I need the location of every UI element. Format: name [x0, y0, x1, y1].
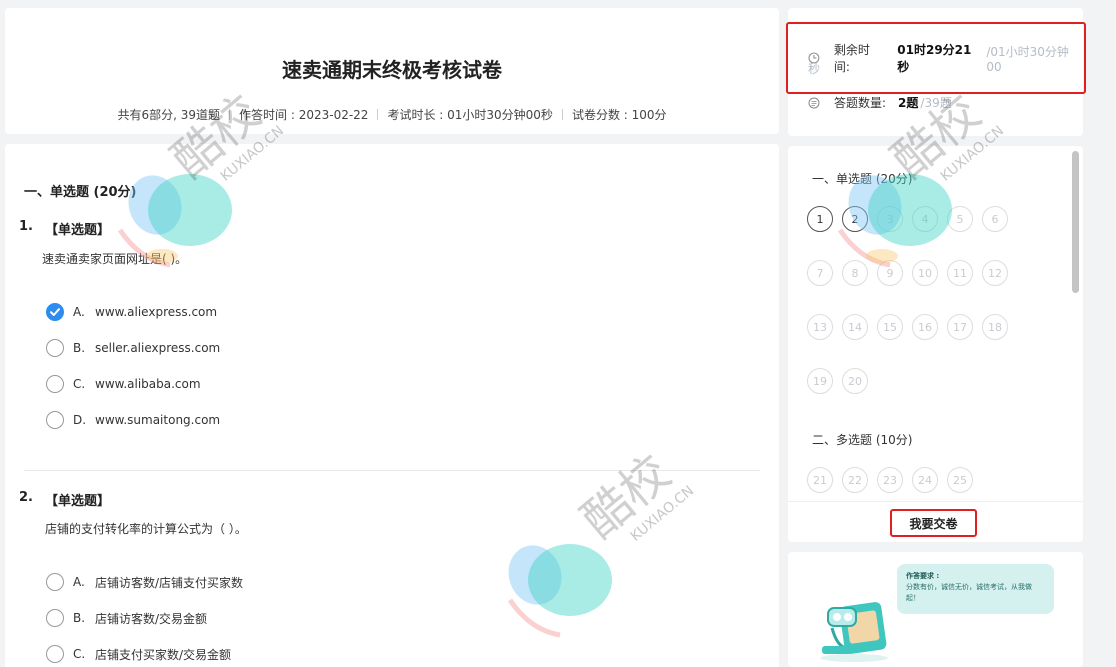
- question-stem: 店铺的支付转化率的计算公式为（ ）。: [45, 522, 247, 536]
- meta-divider: [561, 109, 563, 120]
- answer-sheet-number[interactable]: 9: [877, 260, 903, 286]
- notice-title: 作答要求 :: [906, 572, 940, 580]
- option-letter: A.: [73, 305, 85, 319]
- radio-icon[interactable]: [46, 375, 64, 393]
- question-panel: 一、单选题 (20分) 1. 【单选题】 速卖通卖家页面网址是( )。 A. w…: [5, 144, 779, 667]
- option-letter: B.: [73, 611, 86, 625]
- answered-count: 答题数量: 2题 /39题: [808, 94, 952, 111]
- list-icon: [808, 97, 820, 108]
- meta-start-time: 作答时间 : 2023-02-22: [239, 108, 369, 122]
- answer-sheet-number[interactable]: 11: [947, 260, 973, 286]
- question-stem: 速卖通卖家页面网址是( )。: [42, 252, 188, 266]
- sheet-section-title: 一、单选题 (20分): [812, 172, 913, 186]
- notice-bubble: 作答要求 : 分数有价，诚信无价，诚信考试，从我做起！: [897, 564, 1054, 614]
- question-type: 【单选题】: [45, 223, 111, 238]
- sheet-section-title: 二、多选题 (10分): [812, 433, 913, 447]
- answer-sheet-number[interactable]: 8: [842, 260, 868, 286]
- option-text: 店铺访客数/交易金额: [95, 611, 208, 626]
- radio-icon[interactable]: [46, 573, 64, 591]
- question-divider: [24, 470, 760, 471]
- answer-sheet-number[interactable]: 6: [982, 206, 1008, 232]
- option-letter: D.: [73, 413, 87, 427]
- answer-sheet-number[interactable]: 16: [912, 314, 938, 340]
- meta-score: 试卷分数 : 100分: [571, 108, 667, 122]
- exam-meta: 共有6部分, 39道题 作答时间 : 2023-02-22 考试时长 : 01小时3…: [5, 106, 779, 123]
- meta-divider: [377, 109, 379, 120]
- option-text: 店铺访客数/店铺支付买家数: [95, 575, 244, 590]
- option-text: www.sumaitong.com: [95, 413, 221, 427]
- remaining-value: 01时29分21秒: [897, 43, 972, 74]
- option-text: 店铺支付买家数/交易金额: [95, 647, 232, 662]
- answer-sheet-number[interactable]: 17: [947, 314, 973, 340]
- option-b[interactable]: B. seller.aliexpress.com: [46, 338, 220, 358]
- answer-sheet: 一、单选题 (20分) 二、多选题 (10分) 1 2 3 4 5 6 7 8 9 10 11 12 1…: [788, 146, 1083, 542]
- radio-icon[interactable]: [46, 339, 64, 357]
- option-text: www.alibaba.com: [95, 377, 201, 391]
- option-letter: C.: [73, 377, 86, 391]
- total-time-wrap: 秒: [808, 62, 821, 76]
- answer-sheet-number[interactable]: 23: [877, 467, 903, 493]
- exam-header: 速卖通期末终极考核试卷 共有6部分, 39道题 作答时间 : 2023-02-22…: [5, 8, 779, 134]
- submit-exam-button[interactable]: 我要交卷: [890, 509, 977, 537]
- answer-sheet-number[interactable]: 19: [807, 368, 833, 394]
- answer-sheet-number[interactable]: 5: [947, 206, 973, 232]
- answered-total: /39题: [920, 96, 952, 110]
- option-d[interactable]: D. www.sumaitong.com: [46, 410, 220, 430]
- answer-sheet-number[interactable]: 3: [877, 206, 903, 232]
- radio-checked-icon[interactable]: [46, 303, 64, 321]
- remaining-time: 剩余时间: 01时29分21秒 /01小时30分钟00: [808, 41, 1083, 75]
- timer-panel: 剩余时间: 01时29分21秒 /01小时30分钟00 秒 答题数量: 2题 /…: [786, 8, 1086, 136]
- option-letter: C.: [73, 647, 86, 661]
- section-title-single-choice: 一、单选题 (20分): [24, 185, 137, 200]
- answered-label: 答题数量:: [834, 96, 887, 110]
- meta-divider: [229, 109, 231, 120]
- option-c[interactable]: C. 店铺支付买家数/交易金额: [46, 644, 231, 664]
- option-a[interactable]: A. 店铺访客数/店铺支付买家数: [46, 572, 243, 592]
- notice-body: 分数有价，诚信无价，诚信考试，从我做起！: [906, 583, 1032, 602]
- answer-sheet-number[interactable]: 12: [982, 260, 1008, 286]
- total-time: /01小时30分钟00: [986, 44, 1069, 74]
- option-text: seller.aliexpress.com: [95, 341, 221, 355]
- answer-sheet-number[interactable]: 21: [807, 467, 833, 493]
- question-type: 【单选题】: [45, 494, 111, 509]
- option-b[interactable]: B. 店铺访客数/交易金额: [46, 608, 207, 628]
- answer-sheet-number[interactable]: 22: [842, 467, 868, 493]
- mascot-illustration: [820, 602, 888, 662]
- answer-sheet-number[interactable]: 7: [807, 260, 833, 286]
- answer-sheet-number[interactable]: 10: [912, 260, 938, 286]
- meta-parts: 共有6部分, 39道题: [117, 108, 221, 122]
- option-a[interactable]: A. www.aliexpress.com: [46, 302, 217, 322]
- radio-icon[interactable]: [46, 609, 64, 627]
- scrollbar[interactable]: [1072, 151, 1079, 293]
- radio-icon[interactable]: [46, 645, 64, 663]
- answered-value: 2题: [898, 96, 919, 110]
- notice-panel: 作答要求 : 分数有价，诚信无价，诚信考试，从我做起！: [788, 552, 1083, 667]
- question-number: 1.: [19, 219, 33, 234]
- answer-sheet-number[interactable]: 18: [982, 314, 1008, 340]
- answer-sheet-number[interactable]: 2: [842, 206, 868, 232]
- answer-sheet-number[interactable]: 15: [877, 314, 903, 340]
- answer-sheet-number[interactable]: 4: [912, 206, 938, 232]
- option-c[interactable]: C. www.alibaba.com: [46, 374, 201, 394]
- answer-sheet-number[interactable]: 20: [842, 368, 868, 394]
- radio-icon[interactable]: [46, 411, 64, 429]
- exam-title: 速卖通期末终极考核试卷: [282, 58, 502, 82]
- answer-sheet-number[interactable]: 13: [807, 314, 833, 340]
- answer-sheet-number[interactable]: 1: [807, 206, 833, 232]
- option-letter: B.: [73, 341, 86, 355]
- remaining-label: 剩余时间:: [833, 43, 870, 74]
- answer-sheet-number[interactable]: 25: [947, 467, 973, 493]
- answer-sheet-number[interactable]: 14: [842, 314, 868, 340]
- meta-duration: 考试时长 : 01小时30分钟00秒: [387, 108, 553, 122]
- option-letter: A.: [73, 575, 85, 589]
- answer-sheet-number[interactable]: 24: [912, 467, 938, 493]
- option-text: www.aliexpress.com: [95, 305, 218, 319]
- question-number: 2.: [19, 490, 33, 505]
